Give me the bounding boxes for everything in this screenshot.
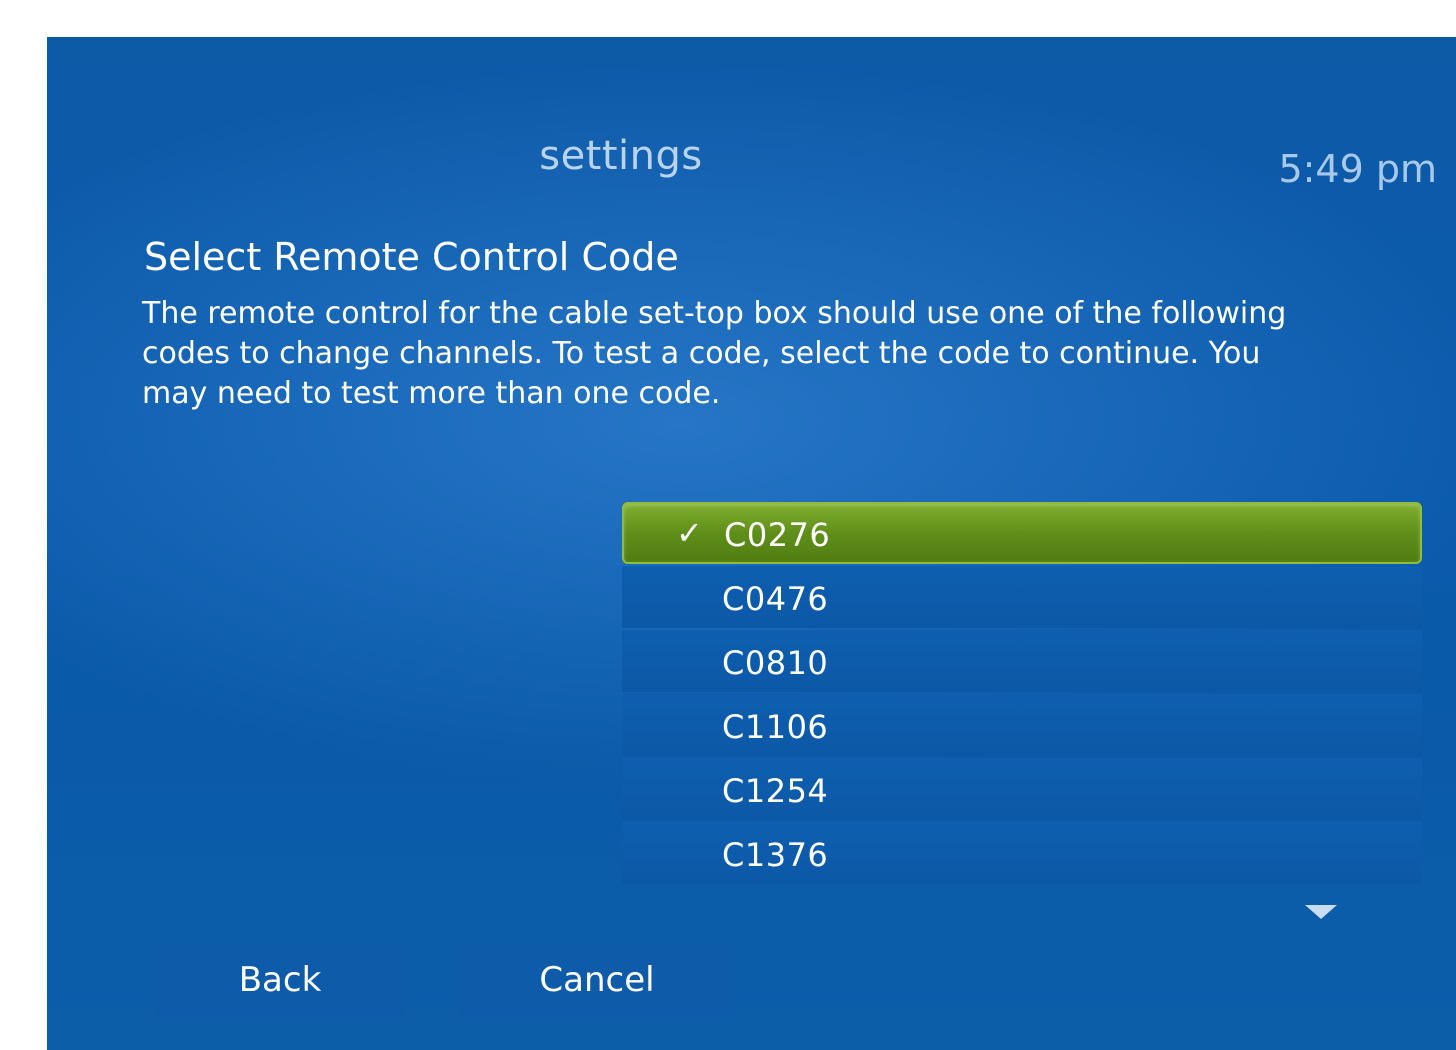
code-list: ✓ C0276 C0476 C0810 C1106 C1254 C1376: [622, 502, 1422, 886]
clock: 5:49 pm: [1278, 147, 1437, 191]
code-item[interactable]: C1106: [622, 694, 1422, 756]
description-text: The remote control for the cable set-top…: [142, 296, 1287, 411]
code-label: C1106: [722, 708, 829, 746]
page-heading: Select Remote Control Code: [144, 235, 679, 279]
code-item[interactable]: ✓ C0276: [622, 502, 1422, 564]
back-button[interactable]: Back: [157, 945, 403, 1015]
code-label: C0476: [722, 580, 829, 618]
scroll-down-icon[interactable]: [1305, 905, 1337, 919]
checkmark-icon: ✓: [676, 514, 703, 552]
code-item[interactable]: C0476: [622, 566, 1422, 628]
code-label: C1376: [722, 836, 829, 874]
code-item[interactable]: C0810: [622, 630, 1422, 692]
code-item[interactable]: C1376: [622, 822, 1422, 884]
page-title: settings: [539, 133, 703, 179]
code-label: C0810: [722, 644, 829, 682]
code-item[interactable]: C1254: [622, 758, 1422, 820]
cancel-button[interactable]: Cancel: [460, 945, 734, 1015]
code-label: C0276: [724, 516, 831, 554]
media-center-screen: settings 5:49 pm Select Remote Control C…: [47, 37, 1456, 1050]
code-label: C1254: [722, 772, 829, 810]
